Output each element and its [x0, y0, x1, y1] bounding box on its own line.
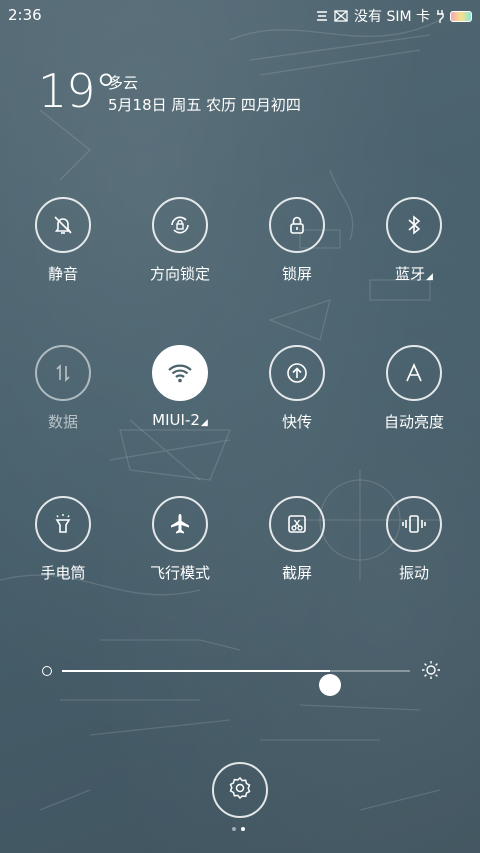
- airplane-icon: [152, 496, 208, 552]
- wifi-icon: [152, 345, 208, 401]
- battery-icon: [450, 10, 472, 22]
- tile-quick-transfer[interactable]: 快传: [244, 345, 354, 445]
- page-indicator: [232, 827, 248, 833]
- bell-mute-icon: [35, 197, 91, 253]
- tile-wifi[interactable]: MIUI-2◢: [127, 345, 237, 445]
- tile-bluetooth[interactable]: 蓝牙◢: [361, 197, 471, 297]
- tile-label: 锁屏: [281, 265, 312, 283]
- status-bar: 2:36 没有 SIM 卡: [0, 0, 480, 30]
- weather-condition: 多云: [108, 74, 139, 92]
- tile-label: 方向锁定: [149, 265, 210, 283]
- brightness-low-icon: [42, 666, 52, 676]
- tile-airplane-mode[interactable]: 飞行模式: [127, 496, 237, 596]
- tile-auto-brightness[interactable]: 自动亮度: [361, 345, 471, 445]
- temperature: 19°: [38, 64, 118, 118]
- tile-label: 飞行模式: [149, 564, 210, 582]
- tile-label: 手电筒: [40, 564, 86, 582]
- brightness-fill: [62, 670, 330, 672]
- tile-flashlight[interactable]: 手电筒: [10, 496, 120, 596]
- status-time: 2:36: [8, 6, 42, 24]
- date-text: 5月18日 周五 农历 四月初四: [108, 96, 301, 114]
- brightness-track[interactable]: [62, 670, 410, 696]
- more-indicator-icon: ◢: [200, 418, 208, 428]
- status-icons: 没有 SIM 卡: [316, 6, 472, 26]
- tile-lock-screen[interactable]: 锁屏: [244, 197, 354, 297]
- lock-icon: [269, 197, 325, 253]
- tile-label: 数据: [47, 413, 78, 431]
- flashlight-icon: [35, 496, 91, 552]
- settings-button[interactable]: [212, 762, 268, 818]
- brightness-high-icon: [421, 660, 441, 684]
- gear-icon: [227, 775, 253, 805]
- screenshot-icon: [269, 496, 325, 552]
- tile-label: 振动: [398, 564, 429, 582]
- sim-status: 没有 SIM 卡: [354, 9, 430, 25]
- tile-rotation-lock[interactable]: 方向锁定: [127, 197, 237, 297]
- tile-label: 蓝牙◢: [395, 265, 433, 283]
- notification-icon: [316, 11, 328, 21]
- tile-label: MIUI-2◢: [152, 411, 208, 429]
- bluetooth-icon: [386, 197, 442, 253]
- tile-mute[interactable]: 静音: [10, 197, 120, 297]
- vibrate-icon: [386, 496, 442, 552]
- page-dot: [232, 827, 236, 831]
- tile-mobile-data[interactable]: 数据: [10, 345, 120, 445]
- more-indicator-icon: ◢: [426, 272, 433, 282]
- tile-label: 静音: [47, 265, 78, 283]
- tile-label: 截屏: [281, 564, 312, 582]
- charging-icon: [436, 9, 444, 23]
- mail-icon: [334, 10, 348, 22]
- page-dot-active: [241, 827, 245, 831]
- tile-label: 自动亮度: [383, 413, 444, 431]
- tile-screenshot[interactable]: 截屏: [244, 496, 354, 596]
- tile-vibrate[interactable]: 振动: [361, 496, 471, 596]
- brightness-thumb[interactable]: [318, 674, 341, 696]
- rotation-lock-icon: [152, 197, 208, 253]
- mobile-data-icon: [35, 345, 91, 401]
- brightness-slider[interactable]: [38, 656, 442, 696]
- quick-transfer-icon: [269, 345, 325, 401]
- tile-label: 快传: [281, 413, 312, 431]
- auto-brightness-icon: [386, 345, 442, 401]
